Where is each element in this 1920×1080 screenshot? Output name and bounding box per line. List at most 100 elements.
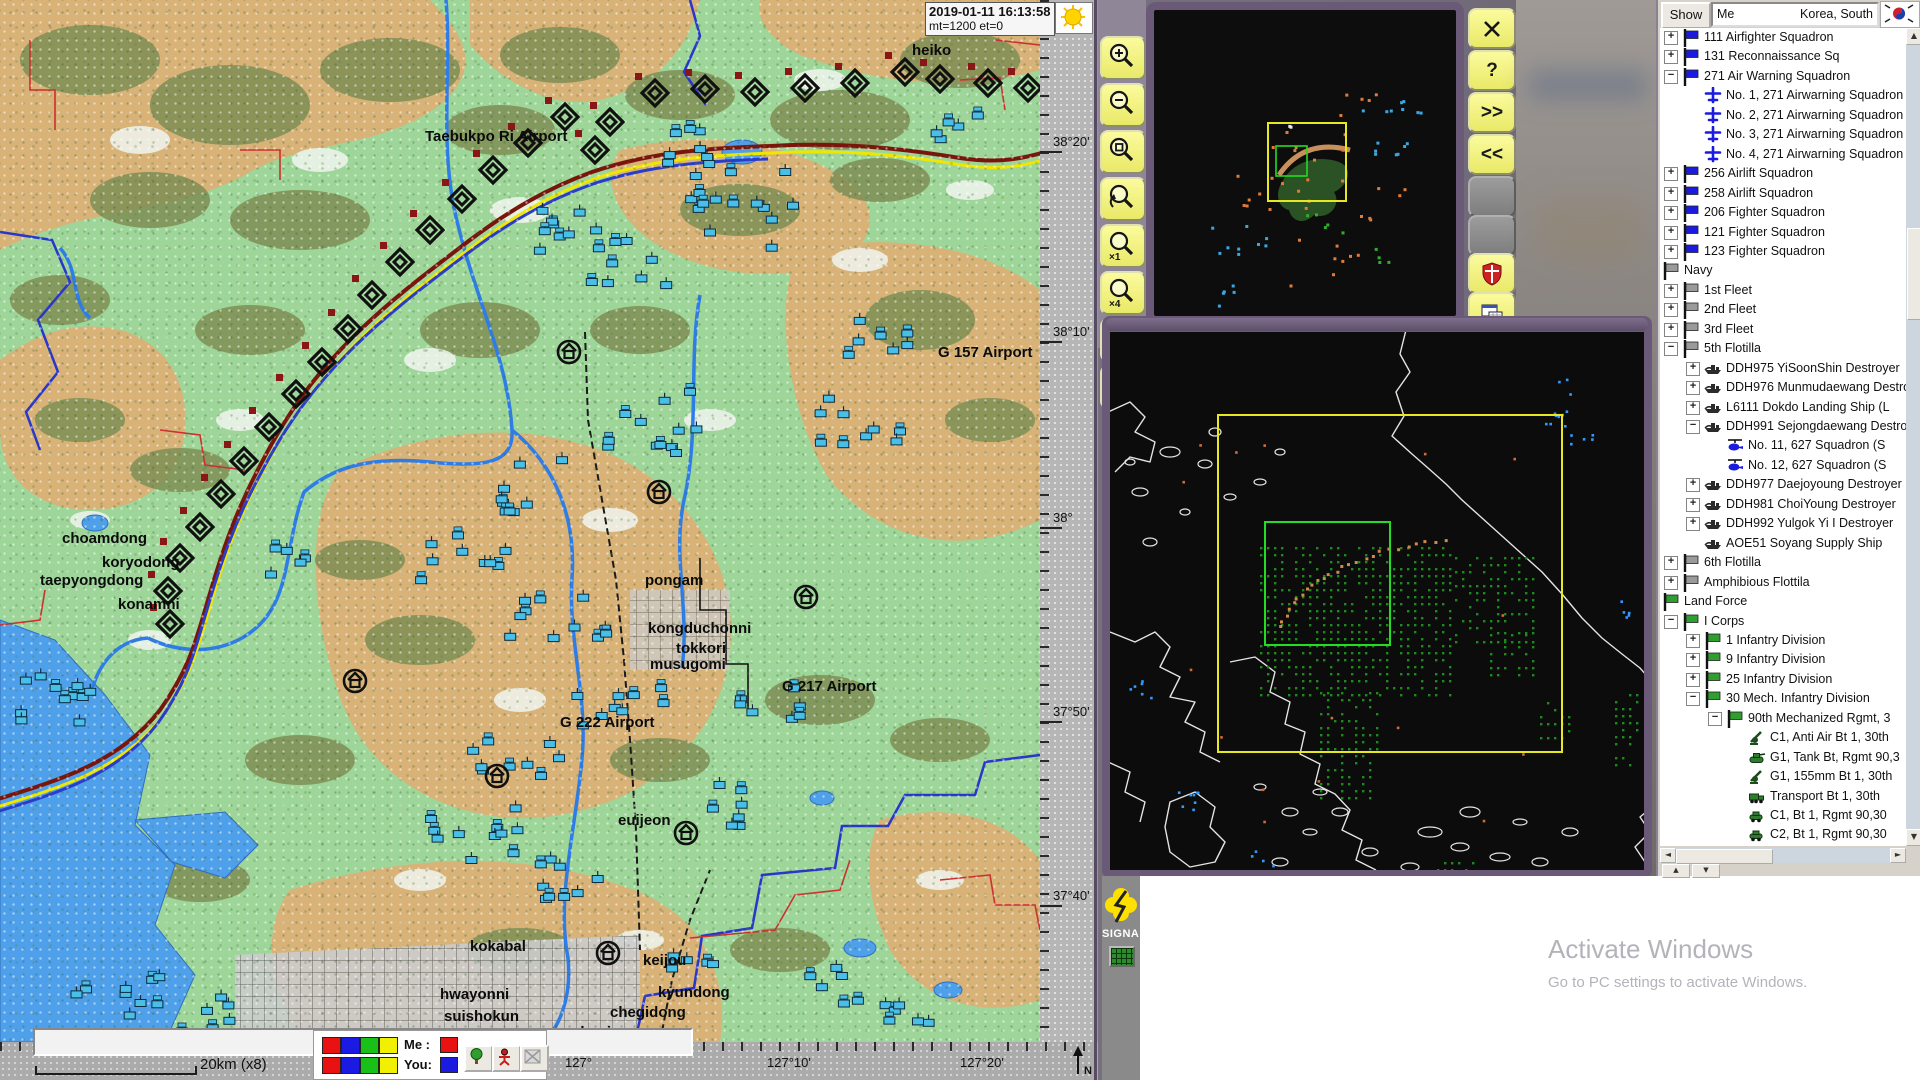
sam-site-icon[interactable] — [302, 342, 335, 375]
sam-site-icon[interactable] — [328, 309, 361, 342]
expand-icon[interactable]: + — [1664, 206, 1678, 220]
unit-icon[interactable] — [216, 990, 227, 1002]
zoom-back-button[interactable] — [1100, 177, 1146, 221]
unit-icon[interactable] — [457, 544, 468, 556]
unit-icon[interactable] — [635, 414, 646, 426]
tree-item[interactable]: +6th Flotilla — [1660, 553, 1906, 572]
unit-icon[interactable] — [416, 572, 427, 584]
unit-icon[interactable] — [468, 743, 479, 755]
city-icon[interactable] — [558, 341, 580, 363]
unit-icon[interactable] — [224, 1013, 235, 1025]
unit-icon[interactable] — [270, 540, 281, 552]
faction-field[interactable]: Me Korea, South — [1711, 2, 1879, 27]
unit-icon[interactable] — [620, 406, 631, 418]
unit-icon[interactable] — [710, 192, 721, 204]
unit-icon[interactable] — [544, 888, 555, 900]
theater-map-panel[interactable] — [1102, 316, 1652, 878]
expand-icon[interactable]: + — [1686, 381, 1700, 395]
tree-item[interactable]: +3rd Fleet — [1660, 320, 1906, 339]
unit-icon[interactable] — [557, 452, 568, 464]
expand-icon[interactable]: + — [1664, 187, 1678, 201]
expand-icon[interactable]: + — [1664, 50, 1678, 64]
unit-icon[interactable] — [691, 421, 702, 433]
unit-icon[interactable] — [853, 333, 864, 345]
sam-site-icon[interactable] — [575, 130, 608, 163]
sam-site-icon[interactable] — [249, 407, 282, 440]
unit-icon[interactable] — [522, 757, 533, 769]
unit-icon[interactable] — [681, 952, 692, 964]
unit-icon[interactable] — [667, 960, 678, 972]
unit-icon[interactable] — [59, 691, 70, 703]
forward-button[interactable]: >> — [1468, 92, 1516, 133]
unit-icon[interactable] — [135, 995, 146, 1007]
unit-icon[interactable] — [695, 141, 706, 153]
unit-icon[interactable] — [673, 423, 684, 435]
unit-icon[interactable] — [572, 688, 583, 700]
unit-icon[interactable] — [868, 422, 879, 434]
sam-site-icon[interactable] — [148, 571, 181, 604]
unit-icon[interactable] — [694, 185, 705, 197]
unit-icon[interactable] — [888, 342, 899, 354]
sam-site-icon[interactable] — [160, 538, 193, 571]
unit-icon[interactable] — [536, 767, 547, 779]
unit-icon[interactable] — [603, 432, 614, 444]
unit-icon[interactable] — [544, 736, 555, 748]
help-button[interactable]: ? — [1468, 50, 1516, 91]
unit-icon[interactable] — [815, 434, 826, 446]
unit-icon[interactable] — [500, 543, 511, 555]
unit-icon[interactable] — [621, 233, 632, 245]
scroll-right-icon[interactable]: ► — [1890, 848, 1906, 863]
tree-item[interactable]: G1, Tank Bt, Rgmt 90,3 — [1660, 748, 1906, 767]
expand-icon[interactable]: + — [1686, 673, 1700, 687]
unit-icon[interactable] — [831, 960, 842, 972]
scroll-left-icon[interactable]: ◄ — [1660, 848, 1676, 863]
sam-site-icon[interactable] — [835, 63, 868, 96]
overview-minimap[interactable] — [1146, 2, 1464, 324]
unit-icon[interactable] — [816, 979, 827, 991]
unit-icon[interactable] — [788, 198, 799, 210]
unit-icon[interactable] — [766, 240, 777, 252]
tree-item[interactable]: No. 12, 627 Squadron (S — [1660, 456, 1906, 475]
expand-icon[interactable]: + — [1686, 498, 1700, 512]
unit-icon[interactable] — [554, 750, 565, 762]
vertical-scrollbar[interactable]: ▲ ▼ — [1906, 28, 1920, 846]
tree-item[interactable]: −DDH991 Sejongdaewang Destroyer — [1660, 417, 1906, 436]
unit-icon[interactable] — [152, 996, 163, 1008]
sam-site-icon[interactable] — [685, 69, 718, 102]
unit-icon[interactable] — [668, 948, 679, 960]
unit-icon[interactable] — [698, 195, 709, 207]
tree-item[interactable]: +1st Fleet — [1660, 281, 1906, 300]
unit-icon[interactable] — [476, 759, 487, 771]
unit-icon[interactable] — [521, 497, 532, 509]
unit-icon[interactable] — [485, 555, 496, 567]
tree-item[interactable]: No. 2, 271 Airwarning Squadron — [1660, 106, 1906, 125]
tree-item[interactable]: +DDH976 Munmudaewang Destroyer — [1660, 378, 1906, 397]
tree-up-button[interactable]: ▲ — [1662, 864, 1690, 878]
expand-icon[interactable]: + — [1664, 167, 1678, 181]
unit-icon[interactable] — [602, 275, 613, 287]
scrollbar-thumb[interactable] — [1676, 849, 1773, 864]
tree-item[interactable]: −90th Mechanized Rgmt, 3 — [1660, 709, 1906, 728]
expand-icon[interactable]: + — [1686, 653, 1700, 667]
sam-site-icon[interactable] — [180, 507, 213, 540]
expand-icon[interactable]: + — [1664, 303, 1678, 317]
expand-icon[interactable]: + — [1686, 517, 1700, 531]
unit-icon[interactable] — [685, 120, 696, 132]
tree-item[interactable]: −30 Mech. Infantry Division — [1660, 689, 1906, 708]
tree-item[interactable]: +1 Infantry Division — [1660, 631, 1906, 650]
sam-site-icon[interactable] — [735, 72, 768, 105]
tree-item[interactable]: C1, Bt 1, Rgmt 90,30 — [1660, 806, 1906, 825]
unit-icon[interactable] — [607, 255, 618, 267]
tree-item[interactable]: +DDH981 ChoiYoung Destroyer — [1660, 495, 1906, 514]
scroll-up-icon[interactable]: ▲ — [1906, 28, 1920, 45]
unit-icon[interactable] — [705, 225, 716, 237]
unit-icon[interactable] — [559, 888, 570, 900]
unit-icon[interactable] — [591, 222, 602, 234]
sam-site-icon[interactable] — [635, 73, 668, 106]
unit-icon[interactable] — [766, 212, 777, 224]
expand-icon[interactable]: + — [1686, 362, 1700, 376]
unit-icon[interactable] — [578, 590, 589, 602]
unit-icon[interactable] — [646, 252, 657, 264]
unit-icon[interactable] — [747, 704, 758, 716]
sam-site-icon[interactable] — [885, 52, 918, 85]
